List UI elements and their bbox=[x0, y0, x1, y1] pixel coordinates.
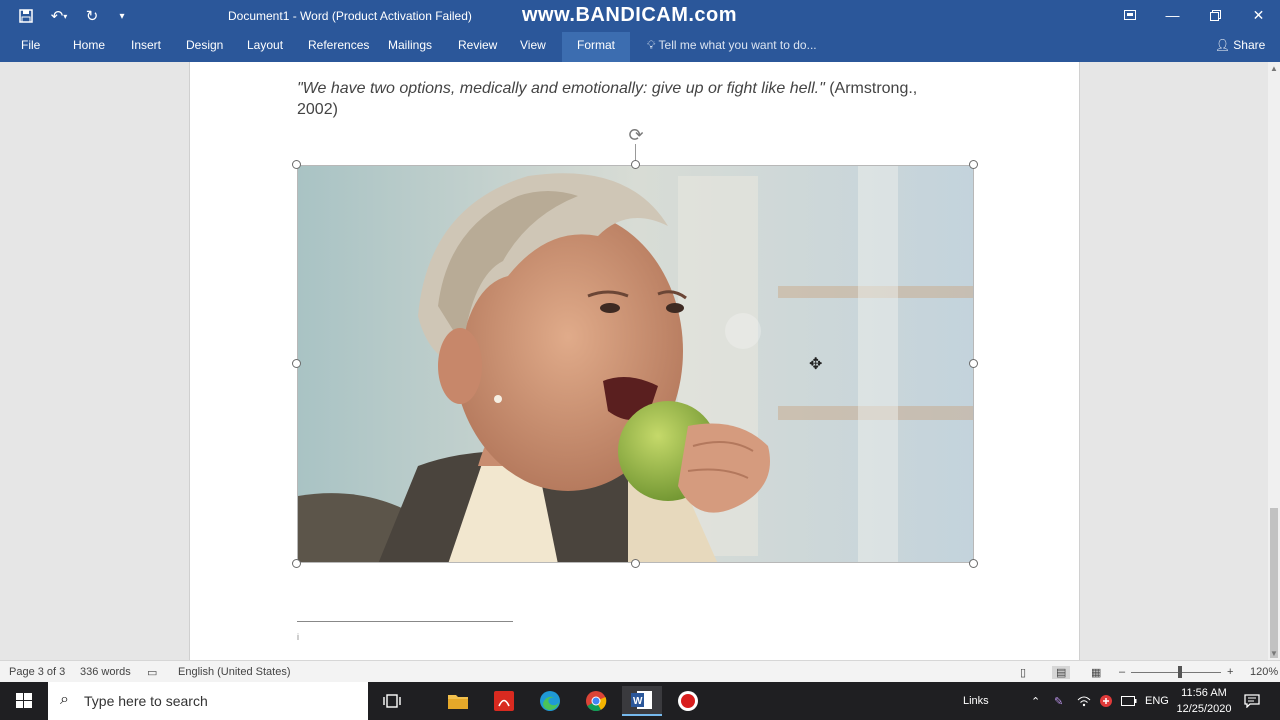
zoom-in-icon[interactable]: + bbox=[1227, 666, 1233, 678]
save-icon[interactable] bbox=[14, 4, 38, 28]
page-count[interactable]: Page 3 of 3 bbox=[9, 666, 65, 678]
tray-links[interactable]: Links bbox=[963, 682, 989, 720]
tab-home[interactable]: Home bbox=[69, 32, 109, 62]
window-controls: — ✕ bbox=[1108, 0, 1280, 30]
task-view-icon[interactable] bbox=[372, 686, 412, 716]
lightbulb-icon: 💡︎ bbox=[647, 38, 656, 52]
resize-handle-left[interactable] bbox=[292, 359, 301, 368]
bandicam-watermark: www.BANDICAM.com bbox=[522, 4, 738, 26]
resize-handle-bottom[interactable] bbox=[631, 559, 640, 568]
notifications-icon[interactable] bbox=[1244, 682, 1260, 720]
clock-time: 11:56 AM bbox=[1181, 687, 1227, 699]
document-canvas: "We have two options, medically and emot… bbox=[0, 62, 1268, 660]
quote-text: "We have two options, medically and emot… bbox=[297, 80, 825, 97]
file-explorer-icon[interactable] bbox=[438, 686, 478, 716]
tab-file[interactable]: File bbox=[17, 32, 44, 62]
footnote-marker: i bbox=[297, 632, 299, 642]
acrobat-icon[interactable] bbox=[484, 686, 524, 716]
scroll-thumb[interactable] bbox=[1270, 508, 1278, 658]
word-count[interactable]: 336 words bbox=[80, 666, 131, 678]
zoom-slider-track[interactable] bbox=[1131, 672, 1221, 673]
input-language[interactable]: ENG bbox=[1145, 682, 1169, 720]
move-cursor-icon: ✥ bbox=[809, 356, 823, 373]
pen-workspace-icon[interactable]: ✎ bbox=[1054, 682, 1063, 720]
resize-handle-bottom-right[interactable] bbox=[969, 559, 978, 568]
scroll-down-icon[interactable]: ▼ bbox=[1270, 649, 1278, 658]
minimize-button[interactable]: — bbox=[1151, 0, 1194, 30]
tab-view[interactable]: View bbox=[516, 32, 550, 62]
resize-handle-top-right[interactable] bbox=[969, 160, 978, 169]
zoom-level[interactable]: 120% bbox=[1250, 666, 1278, 678]
battery-icon[interactable] bbox=[1121, 682, 1137, 720]
print-layout-icon[interactable]: ▤ bbox=[1052, 666, 1071, 679]
tab-insert[interactable]: Insert bbox=[127, 32, 165, 62]
zoom-slider-thumb[interactable] bbox=[1178, 666, 1182, 678]
search-icon: ⌕ bbox=[60, 691, 69, 708]
clock-date: 12/25/2020 bbox=[1176, 703, 1232, 715]
read-mode-icon[interactable]: ▯ bbox=[1020, 666, 1026, 679]
ribbon-tabs: File Home Insert Design Layout Reference… bbox=[0, 32, 1280, 62]
redo-icon[interactable]: ↻ bbox=[80, 4, 104, 28]
taskbar-clock[interactable]: 11:56 AM 12/25/2020 bbox=[1172, 685, 1236, 717]
status-bar: Page 3 of 3 336 words ▭ English (United … bbox=[0, 660, 1280, 682]
show-hidden-icons-icon[interactable]: ⌃ bbox=[1031, 682, 1040, 720]
tell-me-search[interactable]: 💡︎ Tell me what you want to do... bbox=[647, 32, 817, 62]
chrome-icon[interactable] bbox=[576, 686, 616, 716]
document-page[interactable]: "We have two options, medically and emot… bbox=[189, 62, 1080, 660]
bandicam-record-icon[interactable] bbox=[668, 686, 708, 716]
web-layout-icon[interactable]: ▦ bbox=[1091, 666, 1101, 679]
proofing-icon[interactable]: ▭ bbox=[147, 666, 157, 679]
edge-icon[interactable] bbox=[530, 686, 570, 716]
ribbon-display-options-icon[interactable] bbox=[1108, 0, 1151, 30]
window-title: Document1 - Word (Product Activation Fai… bbox=[228, 9, 472, 23]
resize-handle-top-left[interactable] bbox=[292, 160, 301, 169]
vertical-scrollbar[interactable]: ▲ ▼ bbox=[1268, 62, 1280, 660]
quick-access-toolbar: ↶ ▾ ↻ ▾ bbox=[14, 4, 134, 28]
windows-logo-icon bbox=[16, 693, 32, 708]
svg-text:W: W bbox=[633, 696, 643, 707]
share-label: Share bbox=[1233, 38, 1266, 52]
close-button[interactable]: ✕ bbox=[1237, 0, 1280, 30]
share-button[interactable]: 👤︎ Share bbox=[1211, 34, 1269, 58]
title-bar: ↶ ▾ ↻ ▾ Document1 - Word (Product Activat… bbox=[0, 0, 1280, 32]
undo-icon[interactable]: ↶ ▾ bbox=[44, 4, 74, 28]
resize-handle-right[interactable] bbox=[969, 359, 978, 368]
tab-references[interactable]: References bbox=[304, 32, 373, 62]
rotate-handle-icon[interactable]: ⟳ bbox=[625, 124, 647, 146]
tab-format[interactable]: Format bbox=[562, 32, 630, 62]
scroll-up-icon[interactable]: ▲ bbox=[1270, 64, 1278, 73]
tab-layout[interactable]: Layout bbox=[243, 32, 287, 62]
language-indicator[interactable]: English (United States) bbox=[178, 666, 291, 678]
resize-handle-bottom-left[interactable] bbox=[292, 559, 301, 568]
word-taskbar-icon[interactable]: W bbox=[622, 686, 662, 716]
tell-me-text: Tell me what you want to do... bbox=[658, 38, 817, 52]
taskbar-search-box[interactable]: ⌕ Type here to search bbox=[48, 682, 368, 720]
start-button[interactable] bbox=[0, 682, 48, 720]
footnote-separator bbox=[297, 621, 513, 622]
tab-design[interactable]: Design bbox=[182, 32, 227, 62]
photo-illustration bbox=[298, 166, 973, 562]
search-placeholder: Type here to search bbox=[84, 693, 208, 709]
customize-qat-icon[interactable]: ▾ bbox=[110, 4, 134, 28]
tab-mailings[interactable]: Mailings bbox=[384, 32, 436, 62]
quote-paragraph[interactable]: "We have two options, medically and emot… bbox=[297, 78, 947, 120]
woman-eating-apple-image[interactable] bbox=[297, 165, 974, 563]
windows-taskbar: ⌕ Type here to search W Links ⌃ ✎ ENG 11… bbox=[0, 682, 1280, 720]
person-icon: 👤︎ bbox=[1214, 38, 1230, 52]
zoom-out-icon[interactable]: – bbox=[1119, 666, 1125, 678]
wifi-icon[interactable] bbox=[1077, 682, 1091, 720]
restore-button[interactable] bbox=[1194, 0, 1237, 30]
resize-handle-top[interactable] bbox=[631, 160, 640, 169]
antivirus-icon[interactable] bbox=[1099, 682, 1113, 720]
tab-review[interactable]: Review bbox=[454, 32, 501, 62]
